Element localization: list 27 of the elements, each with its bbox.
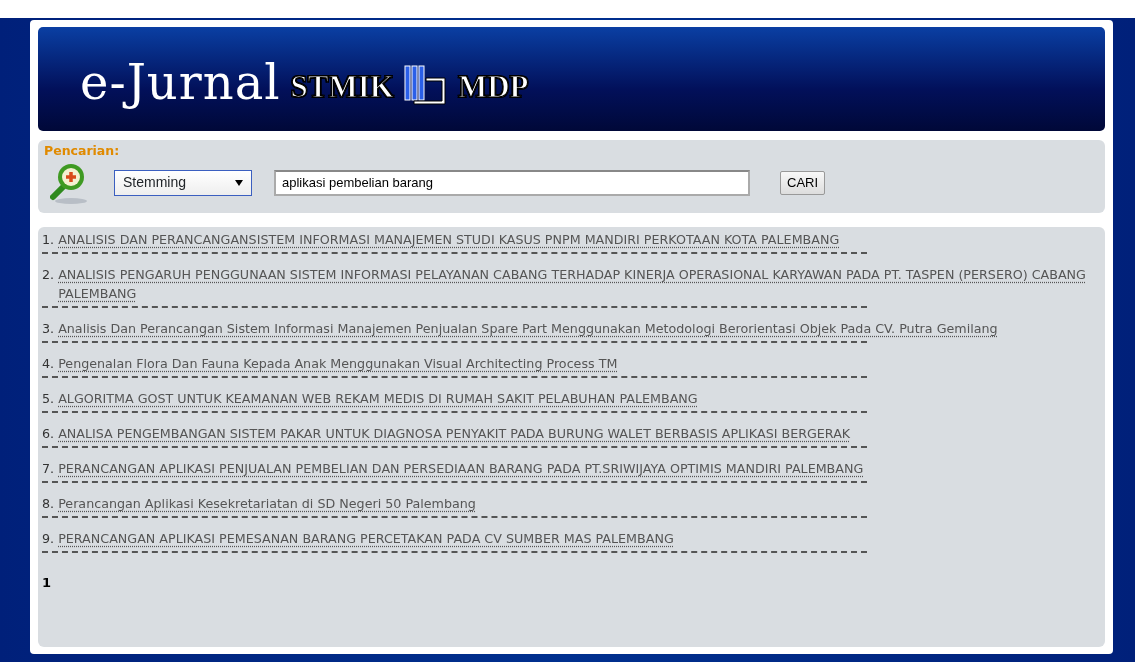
result-number: 6. — [42, 424, 56, 443]
caret-icon — [235, 179, 243, 186]
logo-text: MDP — [457, 67, 529, 102]
result-number: 9. — [42, 529, 56, 548]
result-link[interactable]: Analisis Dan Perancangan Sistem Informasi Manajemen Penjualan Spare Part Menggunakan Metodologi Berorientasi Objek Pada CV. Putra Gemilang — [58, 318, 998, 338]
search-field[interactable]: aplikasi pembelian barang — [274, 169, 750, 196]
result-link[interactable]: ANALISIS PENGARUH PENGGUNAAN SISTEM INFORMASI PELAYANAN CABANG TERHADAP KINERJA OPERASIONAL KARYAWAN PADA PT. TASPEN (PERSERO) CABANG PALEMBANG — [58, 264, 1101, 303]
search-label: Pencarian: — [44, 142, 121, 160]
result-number: 3. — [42, 319, 56, 338]
result-link[interactable]: PERANCANGAN APLIKASI PEMESANAN BARANG PERCETAKAN PADA CV SUMBER MAS PALEMBANG — [58, 528, 674, 548]
result-link[interactable]: ALGORITMA GOST UNTUK KEAMANAN WEB REKAM MEDIS DI RUMAH SAKIT PELABUHAN PALEMBANG — [58, 388, 698, 408]
result-number: 1. — [42, 230, 56, 249]
result-number: 7. — [42, 459, 56, 478]
result-link[interactable]: PERANCANGAN APLIKASI PENJUALAN PEMBELIAN DAN PERSEDIAAN BARANG PADA PT.SRIWIJAYA OPTIMIS MANDIRI PALEMBANG — [58, 458, 864, 478]
result-link[interactable]: ANALISIS DAN PERANCANGANSISTEM INFORMASI MANAJEMEN STUDI KASUS PNPM MANDIRI PERKOTAAN KOTA PALEMBANG — [58, 229, 840, 249]
page-number[interactable]: 1 — [42, 572, 52, 593]
result-number: 8. — [42, 494, 56, 513]
result-link[interactable]: ANALISA PENGEMBANGAN SISTEM PAKAR UNTUK DIAGNOSA PENYAKIT PADA BURUNG WALET BERBASIS APLIKASI BERGERAK — [58, 423, 851, 443]
logo-text: STMIK — [290, 67, 394, 102]
result-number: 2. — [42, 265, 56, 284]
result-number: 5. — [42, 389, 56, 408]
search-button[interactable]: CARI — [780, 171, 826, 195]
logo-icon — [403, 64, 448, 106]
result-link[interactable]: Pengenalan Flora Dan Fauna Kepada Anak Menggunakan Visual Architecting Process TM — [58, 353, 618, 373]
result-number: 4. — [42, 354, 56, 373]
result-link[interactable]: Perancangan Aplikasi Kesekretariatan di SD Negeri 50 Palembang — [58, 493, 476, 513]
method-dropdown[interactable]: Stemming — [114, 169, 252, 196]
